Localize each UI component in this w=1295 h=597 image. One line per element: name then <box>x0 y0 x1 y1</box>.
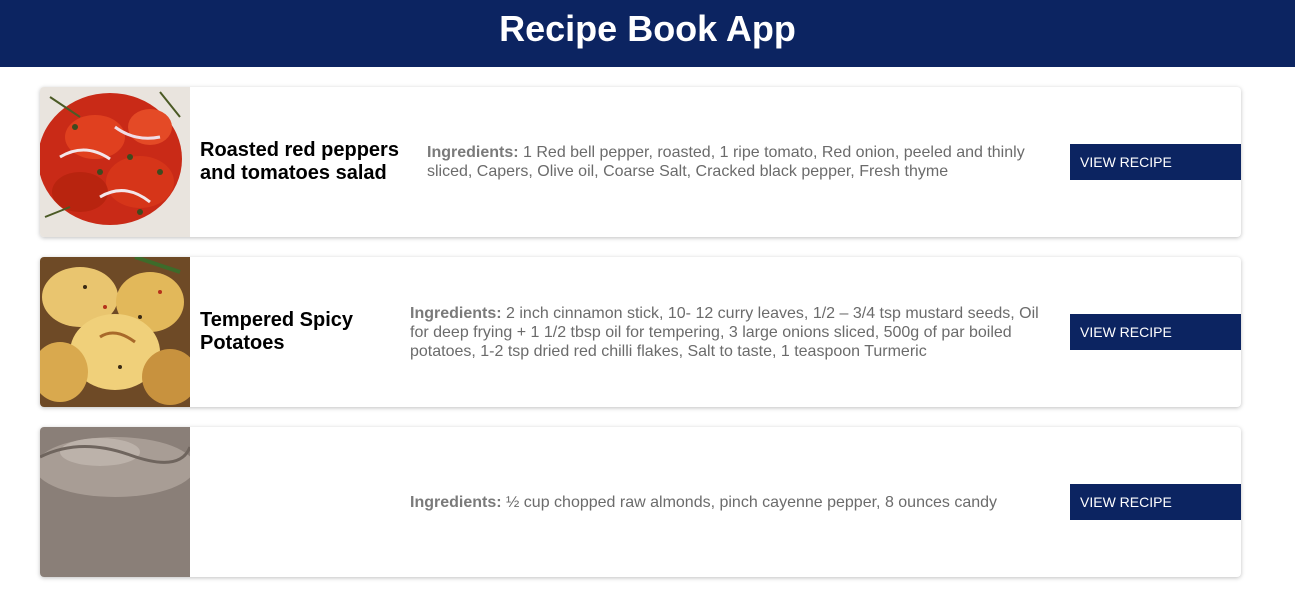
recipe-title: Roasted red peppers and tomatoes salad <box>200 139 399 184</box>
recipe-image-third-recipe <box>40 427 190 577</box>
ingredients-text: ½ cup chopped raw almonds, pinch cayenne… <box>506 493 998 511</box>
ingredients-label: Ingredients: <box>410 493 502 511</box>
recipe-ingredients: Ingredients: 2 inch cinnamon stick, 10- … <box>410 304 1050 361</box>
recipe-title: Tempered Spicy Potatoes <box>200 309 354 354</box>
ingredients-label: Ingredients: <box>427 144 519 161</box>
view-recipe-button[interactable]: VIEW RECIPE <box>1070 314 1241 350</box>
recipe-card: Roasted red peppers and tomatoes salad I… <box>40 87 1241 237</box>
ingredients-text: 2 inch cinnamon stick, 10- 12 curry leav… <box>410 304 1039 360</box>
ingredients-label: Ingredients: <box>410 304 502 322</box>
app-title: Recipe Book App <box>499 7 796 49</box>
app-header: Recipe Book App <box>0 0 1295 67</box>
recipe-list: Roasted red peppers and tomatoes salad I… <box>40 87 1241 597</box>
recipe-image-peppers-salad <box>40 87 190 237</box>
recipe-card: Ingredients: ½ cup chopped raw almonds, … <box>40 427 1241 577</box>
recipe-ingredients: Ingredients: ½ cup chopped raw almonds, … <box>410 493 1050 512</box>
recipe-ingredients: Ingredients: 1 Red bell pepper, roasted,… <box>427 143 1037 181</box>
view-recipe-button[interactable]: VIEW RECIPE <box>1070 484 1241 520</box>
view-recipe-button[interactable]: VIEW RECIPE <box>1070 144 1241 180</box>
recipe-image-spicy-potatoes <box>40 257 190 407</box>
recipe-card: Tempered Spicy Potatoes Ingredients: 2 i… <box>40 257 1241 407</box>
